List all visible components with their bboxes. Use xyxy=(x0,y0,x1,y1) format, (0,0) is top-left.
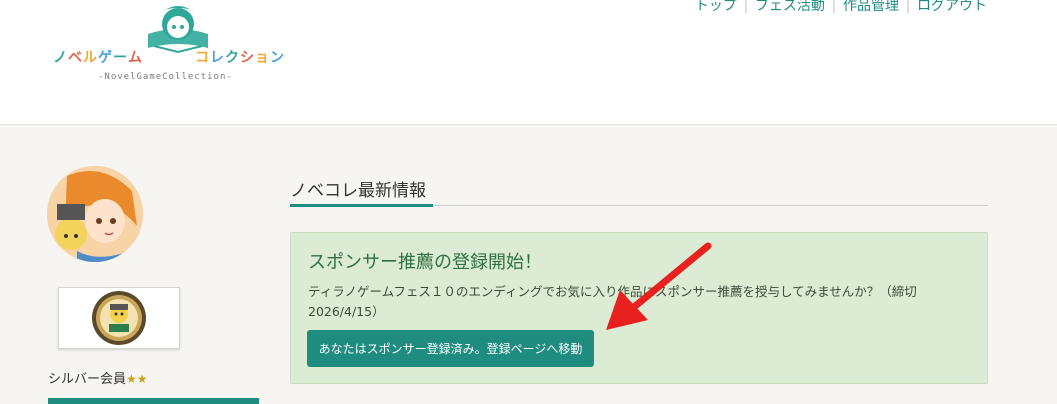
logo-char: ョ xyxy=(255,50,270,66)
nav-separator: | xyxy=(905,0,910,13)
site-logo[interactable]: ノベルゲーム コレクション -NovelGameCollection- xyxy=(50,2,310,92)
nav-separator: | xyxy=(743,0,748,13)
logo-subtitle: -NovelGameCollection- xyxy=(98,72,233,82)
logo-char: コ xyxy=(195,50,210,66)
logo-wordmark: ノベルゲーム コレクション xyxy=(53,47,285,67)
logo-char: ゲ xyxy=(98,50,113,66)
nav-separator: | xyxy=(831,0,836,13)
logo-char: ム xyxy=(128,50,143,66)
red-pointer-arrow-icon xyxy=(606,242,712,330)
logo-char: ン xyxy=(270,50,285,66)
nav-top[interactable]: トップ xyxy=(695,0,737,14)
member-status: シルバー会員★★ xyxy=(48,368,148,387)
logo-char: ク xyxy=(225,50,240,66)
sidebar-menu-bar[interactable] xyxy=(48,398,259,404)
avatar-illustration xyxy=(47,166,143,262)
nav-logout[interactable]: ログアウト xyxy=(917,0,987,14)
logo-char: レ xyxy=(210,50,225,66)
member-label: シルバー会員 xyxy=(48,372,127,387)
nav-works-management[interactable]: 作品管理 xyxy=(843,0,899,14)
star-icon: ★★ xyxy=(126,372,148,386)
logo-char: ー xyxy=(113,50,128,66)
logo-char: ノ xyxy=(53,50,68,66)
member-badge-card xyxy=(58,287,180,349)
logo-char: シ xyxy=(240,50,255,66)
user-avatar[interactable] xyxy=(47,166,143,262)
nav-fes-activity[interactable]: フェス活動 xyxy=(755,0,825,14)
logo-char: ベ xyxy=(68,50,83,66)
silver-member-emblem-icon xyxy=(92,291,146,345)
logo-char: ル xyxy=(83,50,98,66)
sponsor-page-button[interactable]: あなたはスポンサー登録済み。登録ページへ移動 xyxy=(307,330,594,367)
top-nav: トップ | フェス活動 | 作品管理 | ログアウト xyxy=(695,0,987,15)
announcement-heading: スポンサー推薦の登録開始！ xyxy=(308,252,542,273)
site-header: ノベルゲーム コレクション -NovelGameCollection- トップ | フ… xyxy=(0,0,1057,125)
section-title-accent xyxy=(290,204,433,207)
section-title: ノベコレ最新情報 xyxy=(290,181,426,201)
